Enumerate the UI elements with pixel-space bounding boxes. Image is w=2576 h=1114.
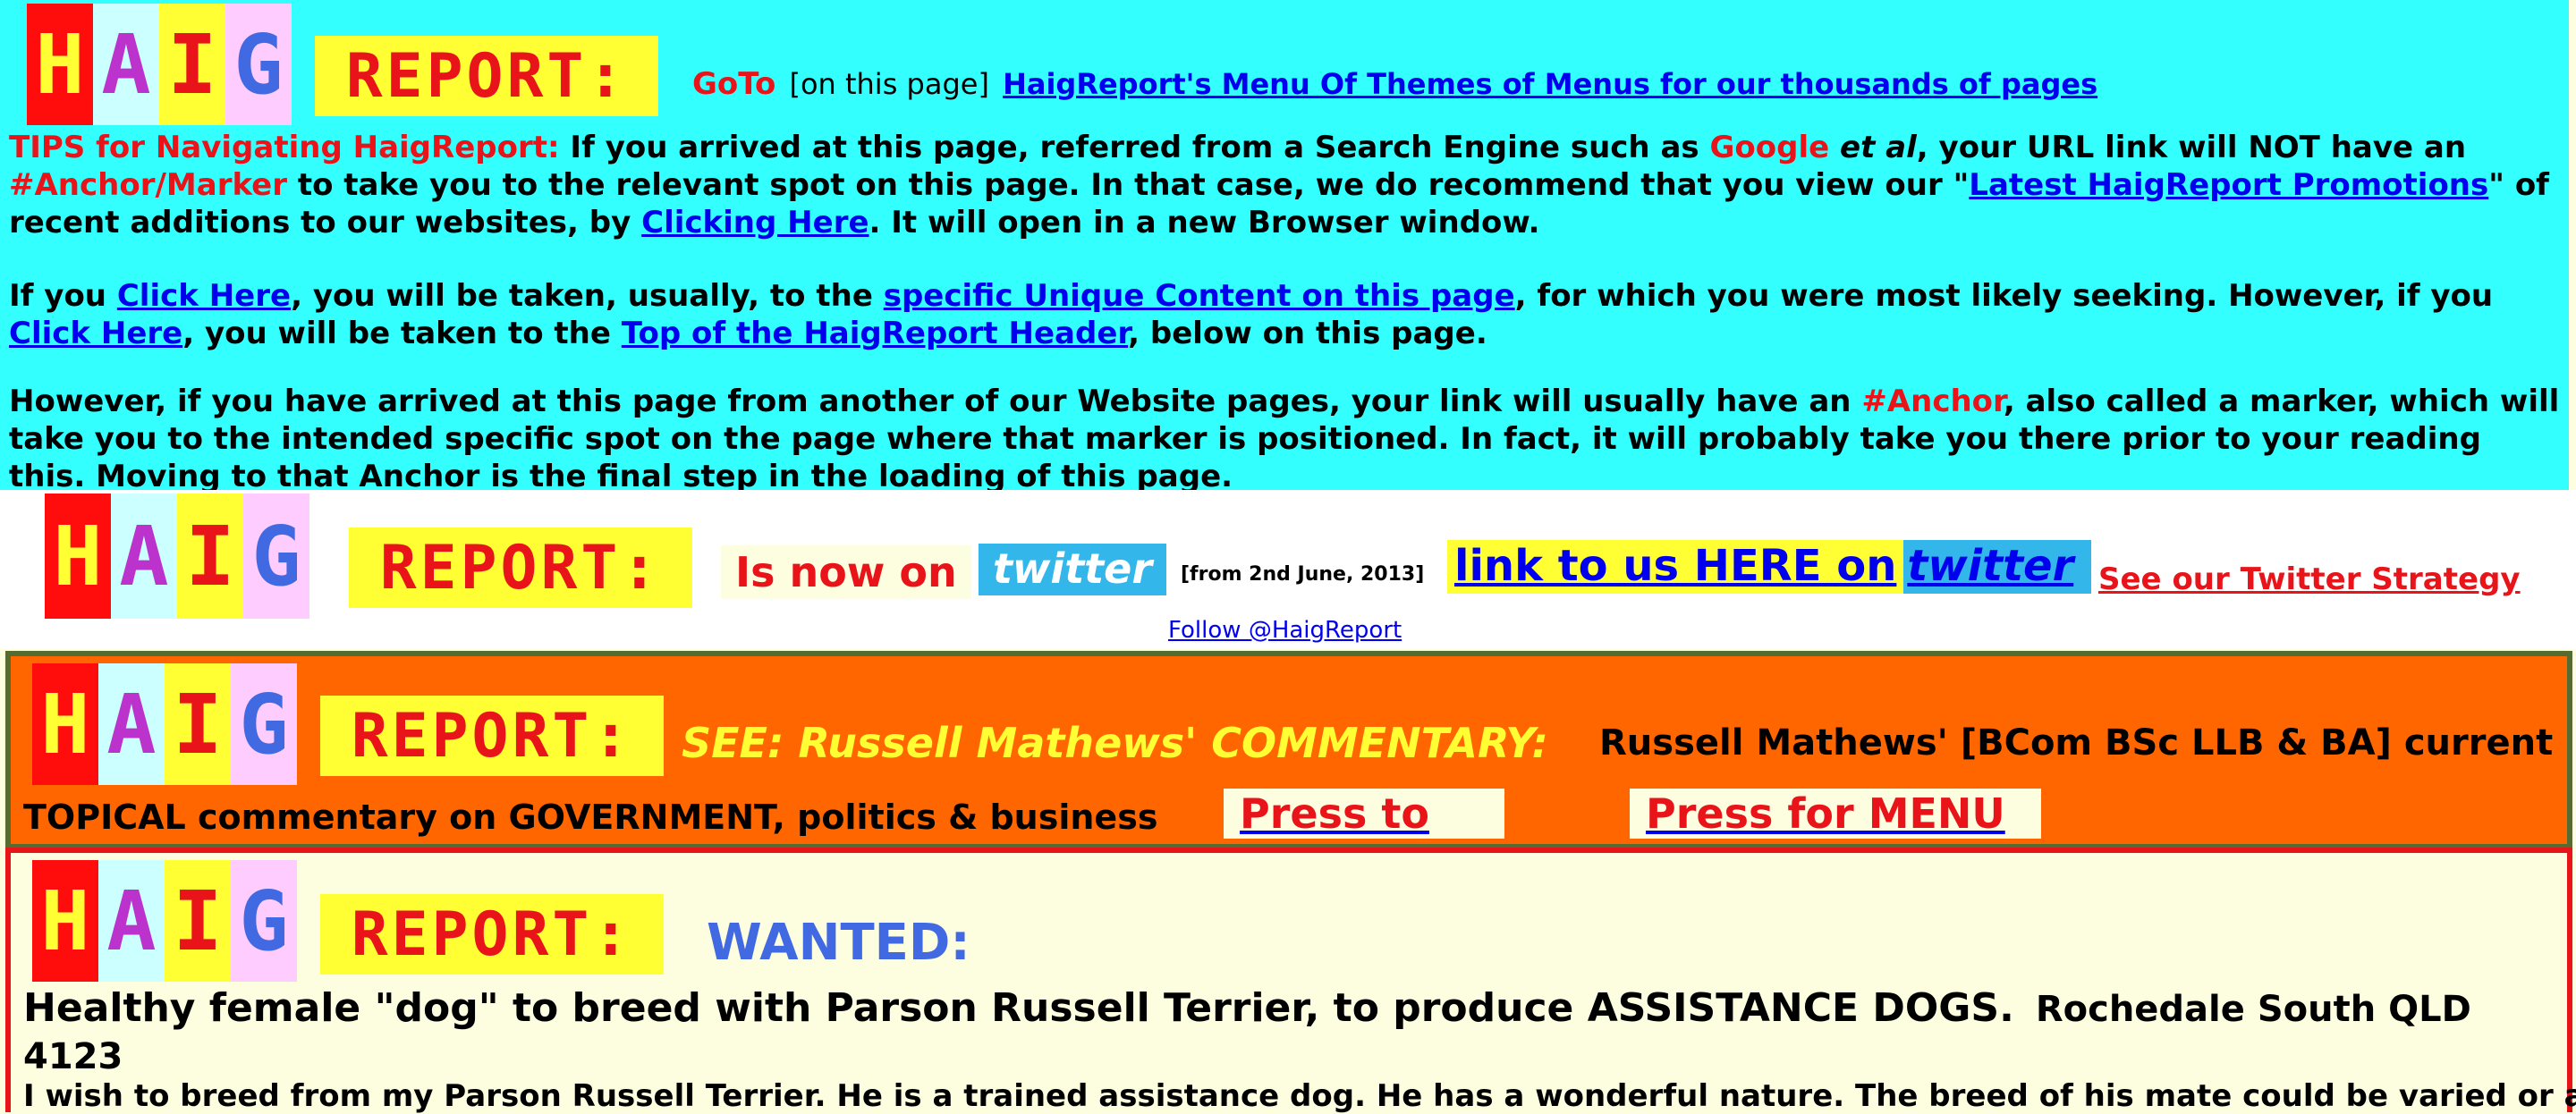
report-banner: REPORT: bbox=[320, 696, 664, 776]
et-al-text: et al bbox=[1829, 130, 1917, 165]
logo-letter-i: I bbox=[165, 663, 231, 785]
press-for-menu-button[interactable]: Press for MENU bbox=[1630, 789, 2041, 839]
link-to-us-text: link to us HERE on bbox=[1447, 540, 1904, 594]
logo-letter-a: A bbox=[98, 860, 165, 982]
report-banner: REPORT: bbox=[315, 36, 658, 116]
latest-promotions-link[interactable]: Latest HaigReport Promotions bbox=[1969, 167, 2488, 203]
tips-text: However, if you have arrived at this pag… bbox=[9, 384, 1862, 419]
tips-text: , you will be taken to the bbox=[182, 316, 622, 351]
tips-paragraph-2: If you Click Here, you will be taken, us… bbox=[9, 277, 2567, 352]
anchor-text: #Anchor bbox=[1861, 384, 2004, 419]
tips-text: , below on this page. bbox=[1128, 316, 1487, 351]
press-to-read-button[interactable]: Press to READ bbox=[1224, 789, 1504, 888]
logo-letter-g: G bbox=[225, 4, 292, 125]
follow-haigreport-link[interactable]: Follow @HaigReport bbox=[1168, 617, 1402, 644]
google-text: Google bbox=[1709, 130, 1830, 165]
logo-letter-a: A bbox=[93, 4, 159, 125]
logo-letter-h: H bbox=[32, 663, 98, 785]
haig-logo: H A I G bbox=[32, 860, 297, 982]
report-banner: REPORT: bbox=[320, 894, 664, 975]
twitter-section: H A I G REPORT: Is now on twitter [from … bbox=[0, 490, 2576, 649]
commentary-topic: TOPICAL commentary on GOVERNMENT, politi… bbox=[23, 798, 1158, 837]
tips-paragraph-1: TIPS for Navigating HaigReport: If you a… bbox=[9, 129, 2567, 241]
logo-letter-g: G bbox=[243, 494, 309, 619]
goto-line: GoTo [on this page] HaigReport's Menu Of… bbox=[692, 66, 2097, 102]
logo-letter-g: G bbox=[231, 663, 297, 785]
tips-text: If you bbox=[9, 278, 117, 314]
tips-text: , you will be taken, usually, to the bbox=[291, 278, 884, 314]
click-here-top-link[interactable]: Click Here bbox=[9, 316, 182, 351]
wanted-body: I wish to breed from my Parson Russell T… bbox=[23, 1078, 2576, 1114]
logo-letter-h: H bbox=[45, 494, 111, 619]
twitter-strategy-link[interactable]: See our Twitter Strategy bbox=[2098, 561, 2521, 597]
commentary-heading: SEE: Russell Mathews' COMMENTARY: bbox=[682, 719, 1548, 767]
logo-letter-g: G bbox=[231, 860, 297, 982]
goto-label: GoTo bbox=[692, 66, 776, 102]
on-page-label: [on this page] bbox=[789, 67, 989, 101]
link-twitter-text: twitter bbox=[1903, 540, 2092, 594]
link-to-us-twitter-link[interactable]: link to us HERE on twitter bbox=[1447, 540, 2092, 594]
wanted-label: WANTED: bbox=[707, 914, 970, 972]
logo-letter-a: A bbox=[98, 663, 165, 785]
logo-letter-h: H bbox=[27, 4, 93, 125]
commentary-section: H A I G REPORT: SEE: Russell Mathews' CO… bbox=[5, 651, 2572, 888]
wanted-headline: Healthy female "dog" to breed with Parso… bbox=[23, 985, 2014, 1031]
haig-logo: H A I G bbox=[45, 494, 309, 619]
twitter-badge: twitter bbox=[979, 544, 1166, 595]
tips-text: , for which you were most likely seeking… bbox=[1514, 278, 2494, 314]
wanted-headline-block: Healthy female "dog" to breed with Parso… bbox=[23, 985, 2563, 1080]
tips-text: If you arrived at this page, referred fr… bbox=[570, 130, 1710, 165]
tips-text: , your URL link will NOT have an bbox=[1916, 130, 2467, 165]
logo-letter-i: I bbox=[165, 860, 231, 982]
now-on-label: Is now on bbox=[721, 545, 971, 599]
logo-letter-i: I bbox=[159, 4, 225, 125]
tips-label: TIPS for Navigating HaigReport: bbox=[9, 130, 560, 165]
top-of-header-link[interactable]: Top of the HaigReport Header bbox=[622, 316, 1128, 351]
clicking-here-link[interactable]: Clicking Here bbox=[641, 205, 869, 241]
tips-text: . It will open in a new Browser window. bbox=[869, 205, 1540, 241]
haig-logo: H A I G bbox=[27, 4, 292, 125]
wanted-section: H A I G REPORT: WANTED: Healthy female "… bbox=[5, 848, 2576, 1114]
menu-of-themes-link[interactable]: HaigReport's Menu Of Themes of Menus for… bbox=[1003, 67, 2097, 101]
tips-section: H A I G REPORT: GoTo [on this page] Haig… bbox=[0, 0, 2576, 494]
logo-letter-a: A bbox=[111, 494, 177, 619]
logo-letter-h: H bbox=[32, 860, 98, 982]
report-banner: REPORT: bbox=[349, 527, 692, 608]
click-here-unique-link[interactable]: Click Here bbox=[117, 278, 291, 314]
anchor-marker-text: #Anchor/Marker bbox=[9, 167, 287, 203]
tips-text: to take you to the relevant spot on this… bbox=[286, 167, 1970, 203]
commentary-author: Russell Mathews' [BCom BSc LLB & BA] cur… bbox=[1599, 722, 2554, 764]
twitter-from-date: [from 2nd June, 2013] bbox=[1181, 563, 1425, 586]
tips-paragraph-3: However, if you have arrived at this pag… bbox=[9, 383, 2567, 495]
haig-logo: H A I G bbox=[32, 663, 297, 785]
unique-content-link[interactable]: specific Unique Content on this page bbox=[884, 278, 1515, 314]
logo-letter-i: I bbox=[177, 494, 243, 619]
